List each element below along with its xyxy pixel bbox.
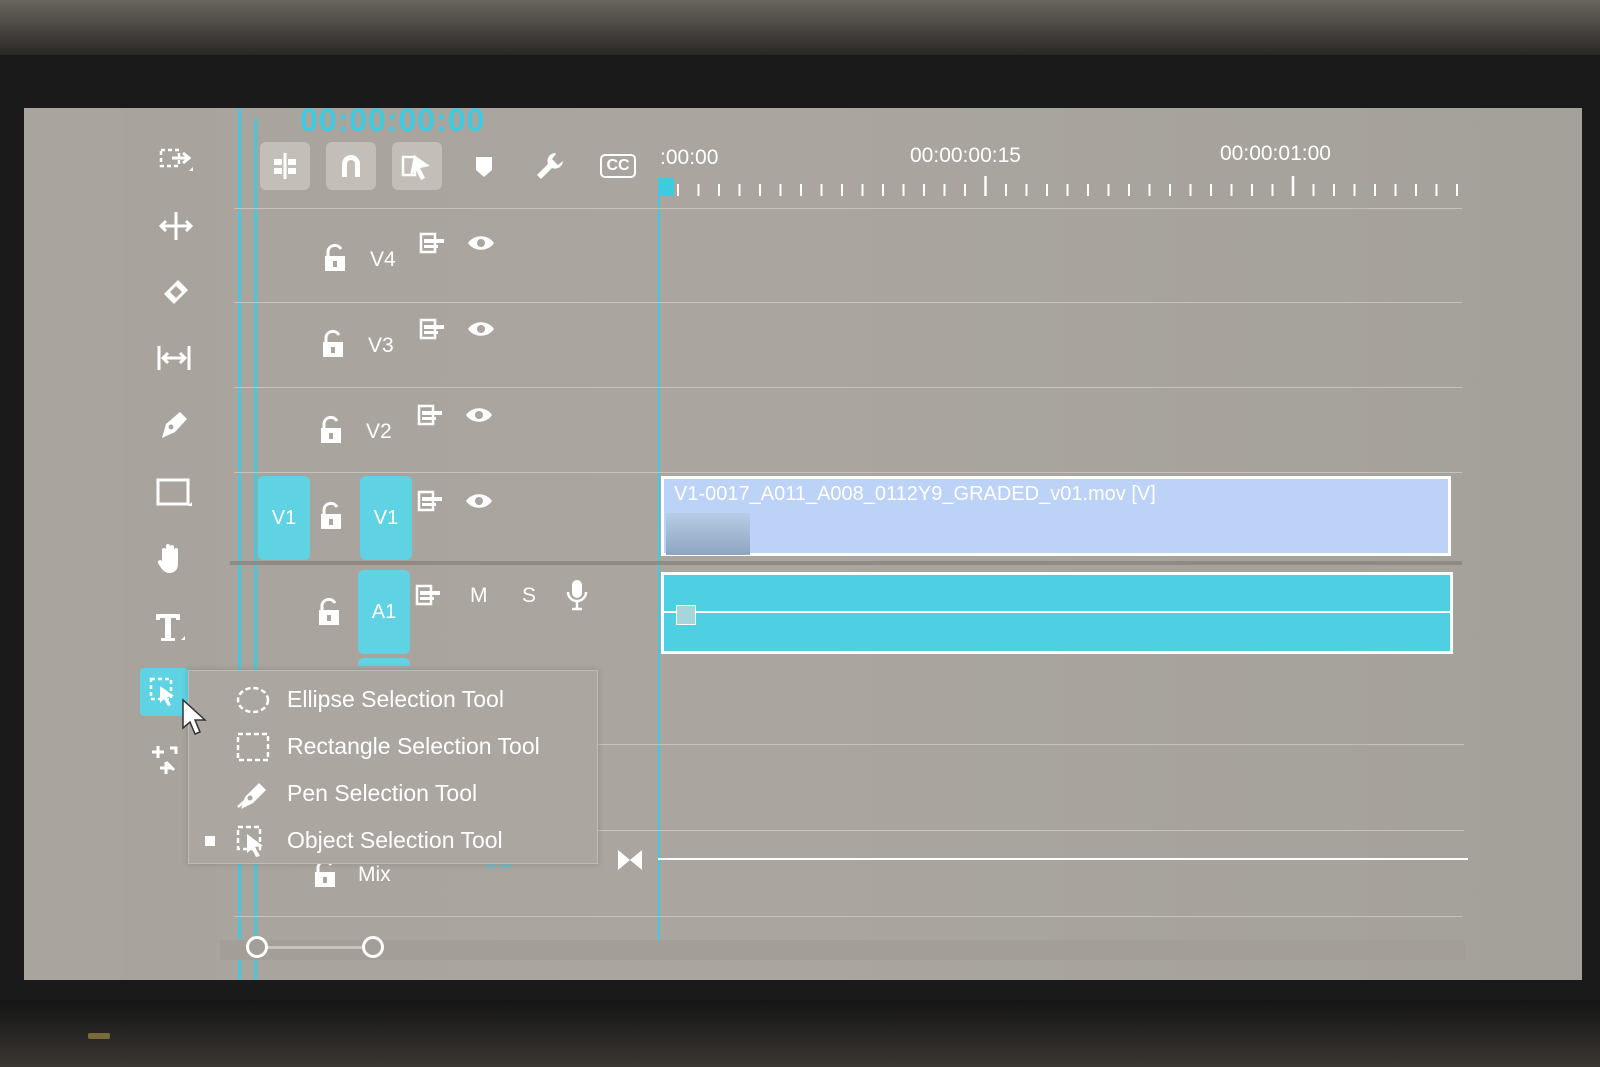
menu-item-pen-selection[interactable]: Pen Selection Tool — [189, 771, 597, 815]
track-label-v4: V4 — [370, 248, 396, 271]
sync-lock-icon[interactable] — [416, 402, 446, 428]
mix-track-line — [658, 858, 1468, 860]
video-clip[interactable]: V1-0017_A011_A008_0112Y9_GRADED_v01.mov … — [661, 476, 1451, 556]
track-separator — [234, 916, 1462, 917]
ruler-time-start: :00:00 — [660, 146, 719, 169]
snap-magnet-icon — [342, 155, 360, 177]
hand-icon[interactable] — [148, 534, 196, 582]
menu-item-label: Pen Selection Tool — [287, 780, 478, 806]
menu-item-object-selection[interactable]: Object Selection Tool — [189, 818, 597, 862]
track-label-v3: V3 — [368, 334, 394, 357]
menu-item-ellipse-selection[interactable]: Ellipse Selection Tool — [189, 677, 597, 721]
wrench-icon[interactable] — [526, 142, 574, 190]
rectangle-icon[interactable] — [150, 468, 198, 516]
bowtie-icon[interactable] — [616, 848, 644, 872]
track-separator — [234, 472, 1462, 473]
eye-icon[interactable] — [464, 488, 494, 514]
captions-cc-button[interactable]: CC — [594, 142, 642, 190]
linked-selection-icon — [401, 155, 430, 180]
track-select-icon[interactable] — [152, 136, 200, 184]
ruler-time-15: 00:00:00:15 — [910, 144, 1021, 167]
selection-tool-flyout: Ellipse Selection Tool Rectangle Selecti… — [188, 670, 598, 864]
solo-button[interactable]: S — [522, 584, 536, 608]
audio-keyframe[interactable] — [676, 605, 696, 625]
pen-icon[interactable] — [150, 400, 198, 448]
object-selection-icon — [149, 677, 174, 706]
insert-overwrite-button[interactable] — [260, 142, 310, 190]
eye-icon[interactable] — [466, 316, 496, 342]
mouse-cursor-icon — [182, 698, 207, 735]
selected-indicator — [205, 836, 215, 846]
track-target-v1[interactable]: V1 — [360, 476, 412, 560]
razor-icon[interactable] — [152, 268, 200, 316]
menu-item-label: Ellipse Selection Tool — [287, 686, 504, 712]
audio-clip[interactable] — [661, 572, 1453, 654]
snap-button[interactable] — [326, 142, 376, 190]
room-floor — [0, 1000, 1600, 1067]
lock-icon[interactable] — [316, 414, 346, 446]
transform-icon[interactable] — [140, 736, 188, 784]
ripple-edit-icon[interactable] — [152, 202, 200, 250]
eye-icon[interactable] — [464, 402, 494, 428]
menu-item-label: Rectangle Selection Tool — [287, 733, 540, 759]
lock-icon[interactable] — [316, 500, 346, 532]
mute-button[interactable]: M — [470, 584, 488, 608]
zoom-scroll-track — [254, 946, 372, 949]
playhead-handle[interactable] — [660, 178, 674, 196]
zoom-handle-right[interactable] — [362, 936, 384, 958]
projected-screen: 00:00:00:00 CC :00:00 00:00:00:15 00:00:… — [24, 108, 1582, 980]
track-separator — [594, 744, 1464, 745]
lock-icon[interactable] — [320, 242, 350, 274]
sync-lock-icon[interactable] — [418, 316, 448, 342]
audio-track-chip-partial — [358, 658, 410, 666]
lock-icon[interactable] — [314, 596, 344, 628]
ellipse-selection-icon — [236, 686, 270, 714]
audio-volume-line — [664, 611, 1450, 613]
menu-item-rectangle-selection[interactable]: Rectangle Selection Tool — [189, 724, 597, 768]
eye-icon[interactable] — [466, 230, 496, 256]
room-wall — [0, 0, 1600, 55]
type-icon[interactable] — [146, 602, 194, 650]
track-separator — [234, 387, 1462, 388]
rectangle-selection-icon — [236, 732, 270, 762]
track-separator — [594, 830, 1464, 831]
linked-selection-button[interactable] — [392, 142, 442, 190]
ruler-time-1s: 00:00:01:00 — [1220, 142, 1331, 165]
pen-selection-icon — [237, 783, 266, 809]
clip-thumbnail — [666, 513, 750, 555]
video-clip-name: V1-0017_A011_A008_0112Y9_GRADED_v01.mov … — [674, 483, 1156, 505]
track-separator — [234, 208, 1462, 209]
video-audio-divider — [230, 561, 1462, 565]
track-separator — [234, 302, 1462, 303]
track-target-a1[interactable]: A1 — [358, 570, 410, 654]
lock-icon[interactable] — [318, 328, 348, 360]
source-patch-v1[interactable]: V1 — [258, 476, 310, 560]
mix-track-label: Mix — [358, 863, 391, 886]
menu-item-label: Object Selection Tool — [287, 827, 503, 853]
voiceover-mic-icon[interactable] — [564, 578, 590, 612]
timecode-display[interactable]: 00:00:00:00 — [300, 108, 485, 139]
sync-lock-icon[interactable] — [418, 230, 448, 256]
sync-lock-icon[interactable] — [416, 488, 446, 514]
object-selection-icon — [236, 825, 263, 857]
track-label-v2: V2 — [366, 420, 392, 443]
insert-overwrite-icon — [274, 153, 296, 179]
timeline-zoom-scrollbar[interactable] — [220, 940, 1465, 960]
sync-lock-icon[interactable] — [414, 582, 444, 608]
playhead-line — [658, 178, 660, 953]
time-ruler[interactable] — [672, 176, 1464, 198]
slip-icon[interactable] — [150, 334, 198, 382]
marker-icon[interactable] — [460, 142, 508, 190]
zoom-handle-left[interactable] — [246, 936, 268, 958]
captions-cc-icon: CC — [600, 154, 636, 178]
projector-logo — [88, 1033, 110, 1039]
